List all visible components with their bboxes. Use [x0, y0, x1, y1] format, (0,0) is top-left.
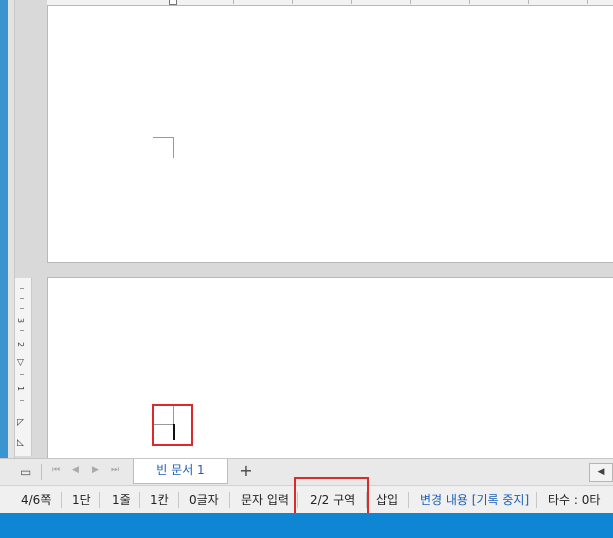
status-line: 1줄: [112, 493, 131, 507]
ruler-number: 2: [16, 341, 26, 348]
document-page[interactable]: [47, 5, 613, 263]
ruler-number: 3: [16, 317, 26, 324]
vertical-ruler[interactable]: 3 2 ▽ 1 ◸ ◺: [14, 278, 32, 456]
cursor-highlight-box: [152, 404, 193, 446]
status-insert-mode[interactable]: 삽입: [376, 486, 398, 514]
prev-page-icon[interactable]: ◀: [72, 465, 79, 475]
tab-document[interactable]: 빈 문서 1: [133, 459, 228, 484]
ruler-number: 1: [16, 385, 26, 392]
ruler-bottom-marker[interactable]: ◺: [17, 438, 24, 448]
divider: [41, 464, 42, 480]
taskbar: [0, 513, 613, 538]
window-edge: [0, 0, 8, 458]
add-tab-button[interactable]: +: [234, 461, 258, 481]
document-page-current[interactable]: [47, 277, 613, 464]
status-page[interactable]: 4/6쪽: [21, 486, 51, 514]
scroll-left-icon[interactable]: ◀: [589, 463, 613, 482]
page-corner-mark: [153, 137, 174, 158]
page-icon[interactable]: ▭: [20, 465, 31, 479]
first-page-icon[interactable]: ⏮: [52, 465, 60, 475]
ruler-indent-marker[interactable]: ◸: [17, 418, 24, 428]
status-track-changes[interactable]: 변경 내용 [기록 중지]: [420, 486, 529, 514]
status-column: 1단: [72, 493, 91, 507]
last-page-icon[interactable]: ⏭: [111, 465, 119, 475]
next-page-icon[interactable]: ▶: [92, 465, 99, 475]
status-char-count: 0글자: [189, 493, 219, 507]
ruler-margin-marker[interactable]: ▽: [17, 358, 24, 368]
status-input-mode[interactable]: 문자 입력: [241, 486, 289, 514]
status-char-position: 1칸: [150, 493, 169, 507]
status-typing-count: 타수 : 0타: [548, 493, 601, 507]
